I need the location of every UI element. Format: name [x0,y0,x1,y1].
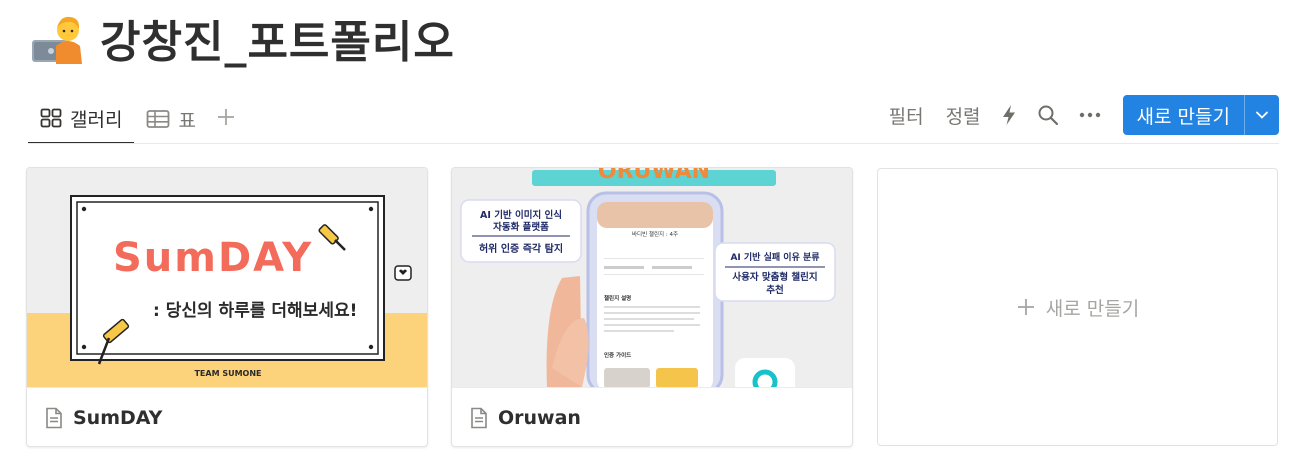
tab-table[interactable]: 표 [134,98,207,140]
page-title[interactable]: 강창진_포트폴리오 [100,6,455,70]
oruwan-callout2-line2: 사용자 맞춤형 챌린지 [732,271,817,283]
plus-icon [217,109,234,125]
search-button[interactable] [1037,104,1059,126]
tab-gallery-label: 갤러리 [70,108,123,131]
card-caption-oruwan: Oruwan [452,387,852,446]
oruwan-callout1-line2: 자동화 플랫폼 [493,221,549,233]
ellipsis-icon [1079,112,1100,118]
oruwan-callout2-line3: 추천 [766,284,783,296]
sort-button[interactable]: 정렬 [946,102,981,129]
new-page-button[interactable]: 새로 만들기 [1123,95,1244,135]
new-button-group: 새로 만들기 [1122,95,1279,135]
new-template-dropdown-button[interactable] [1245,95,1279,135]
search-icon [1038,105,1058,126]
tab-gallery[interactable]: 갤러리 [28,94,135,144]
oruwan-callout2-line1: AI 기반 실패 이유 분류 [730,251,819,263]
technologist-emoji-icon[interactable] [30,10,86,66]
sumday-cover-image: SumDAY : 당신의 하루를 더해보세요! TEAM SUMONE [27,168,427,387]
new-gallery-card-button[interactable]: 새로 만들기 [877,168,1278,446]
oruwan-cover-top-text: ORUWAN [598,168,710,184]
filter-button[interactable]: 필터 [889,102,924,129]
card-cover-sumday: SumDAY : 당신의 하루를 더해보세요! TEAM SUMONE [27,168,427,387]
chevron-down-icon [1256,111,1268,119]
plus-icon [1017,299,1034,315]
oruwan-phone-section1: 챌린지 설명 [604,294,631,302]
card-title: SumDAY [73,407,163,429]
oruwan-callout1-line1: AI 기반 이미지 인식 [480,209,562,221]
page-document-icon [46,407,62,429]
toolbar-divider [28,143,1279,144]
oruwan-cover-image: ORUWAN 바디빈 챌린지 : 4주 챌린지 설명 인증 가이드 AI 기반 … [452,168,852,387]
gallery-card-oruwan[interactable]: ORUWAN 바디빈 챌린지 : 4주 챌린지 설명 인증 가이드 AI 기반 … [451,167,853,447]
more-options-button[interactable] [1079,111,1101,119]
oruwan-phone-section2: 인증 가이드 [604,351,631,359]
gallery-grid-icon [40,108,62,128]
heart-bubble-icon [394,265,412,281]
sumday-cover-headline: SumDAY [113,235,313,281]
oruwan-phone-header: 바디빈 챌린지 : 4주 [632,230,678,238]
new-card-label: 새로 만들기 [1045,297,1140,320]
add-view-button[interactable] [208,106,244,132]
automation-button[interactable] [1001,104,1017,126]
gallery-card-sumday[interactable]: SumDAY : 당신의 하루를 더해보세요! TEAM SUMONE SumD… [26,167,428,447]
card-title: Oruwan [498,407,581,429]
view-tabs: 갤러리 표 [28,94,244,144]
database-toolbar: 필터 정렬 새로 만들기 [867,94,1279,136]
oruwan-callout1-line3: 허위 인증 즉각 탐지 [479,242,563,255]
card-caption-sumday: SumDAY [27,387,427,446]
table-icon [147,110,170,128]
sumday-cover-team: TEAM SUMONE [194,369,261,378]
sumday-cover-tagline: : 당신의 하루를 더해보세요! [153,301,357,321]
lightning-icon [1002,105,1015,125]
card-cover-oruwan: ORUWAN 바디빈 챌린지 : 4주 챌린지 설명 인증 가이드 AI 기반 … [452,168,852,387]
page-header: 강창진_포트폴리오 [30,6,455,70]
page-document-icon [471,407,487,429]
tab-table-label: 표 [178,109,196,132]
